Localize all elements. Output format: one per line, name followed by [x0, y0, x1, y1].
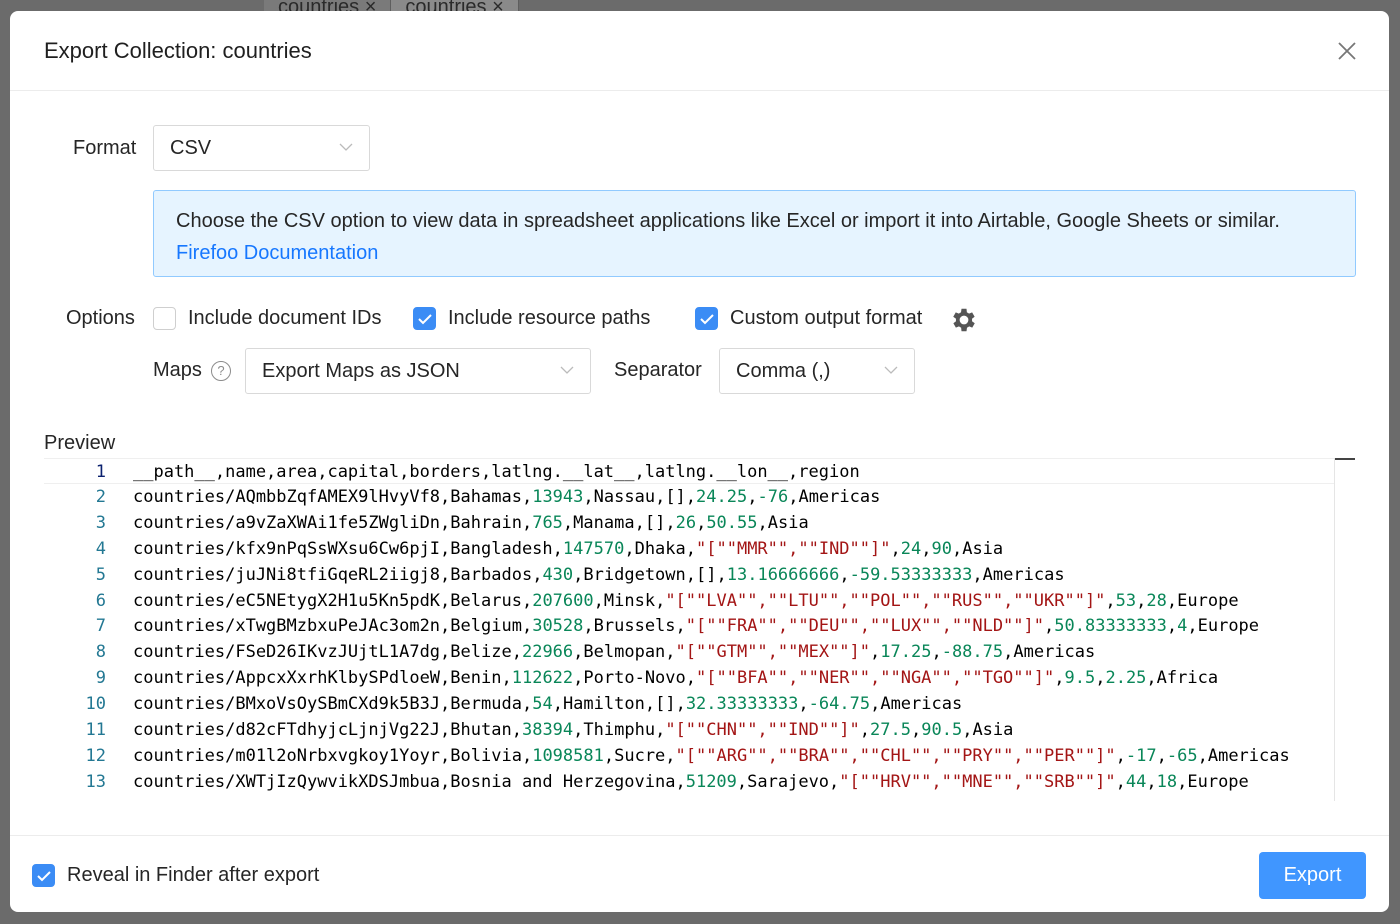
line-number: 1: [95, 462, 106, 482]
custom-format-checkbox[interactable]: [695, 307, 718, 330]
editor-scrollbar-track: [1334, 458, 1335, 801]
maps-value: Export Maps as JSON: [262, 360, 460, 382]
line-number: 12: [85, 745, 106, 766]
chevron-down-icon: [560, 366, 574, 374]
dialog-header: Export Collection: countries: [10, 11, 1389, 91]
preview-line: 11 countries/d82cFTdhyjcLjnjVg22J,Bhutan,…: [44, 717, 1356, 743]
options-label: Options: [66, 307, 135, 329]
line-number: 11: [85, 720, 106, 740]
line-number: 9: [95, 668, 106, 689]
line-code: countries/XWTjIzQywvikXDSJmbua,Bosnia an…: [133, 771, 1249, 792]
custom-format-label: Custom output format: [730, 307, 923, 329]
line-code: countries/kfx9nPqSsWXsu6Cw6pjI,Banglades…: [133, 538, 1004, 559]
maps-label: Maps: [153, 359, 202, 381]
line-code: countries/m01l2oNrbxvgkoy1Yoyr,Bolivia,1…: [133, 745, 1290, 766]
reveal-in-finder-checkbox[interactable]: [32, 864, 55, 887]
documentation-link[interactable]: Firefoo Documentation: [176, 242, 378, 264]
reveal-in-finder-label: Reveal in Finder after export: [67, 864, 320, 886]
export-dialog: Export Collection: countries Format CSV …: [10, 11, 1389, 912]
format-info-box: Choose the CSV option to view data in sp…: [153, 190, 1356, 277]
maps-select[interactable]: Export Maps as JSON: [245, 348, 591, 394]
preview-line: 6 countries/eC5NEtygX2H1u5Kn5pdK,Belarus,…: [44, 588, 1356, 614]
line-code: countries/d82cFTdhyjcLjnjVg22J,Bhutan,38…: [133, 720, 1014, 740]
preview-line: 12 countries/m01l2oNrbxvgkoy1Yoyr,Bolivia…: [44, 743, 1356, 769]
line-code: countries/AQmbbZqfAMEX9lHvyVf8,Bahamas,1…: [133, 486, 881, 507]
preview-line: 3 countries/a9vZaXWAi1fe5ZWgliDn,Bahrain,…: [44, 510, 1356, 536]
close-icon: [1338, 42, 1356, 60]
chevron-down-icon: [339, 143, 353, 151]
line-number: 4: [95, 538, 106, 559]
preview-line: 1 __path__,name,area,capital,borders,latl…: [44, 458, 1334, 484]
preview-line: 7 countries/xTwgBMzbxuPeJAc3om2n,Belgium,…: [44, 613, 1356, 639]
preview-line: 8 countries/FSeD26IKvzJUjtL1A7dg,Belize,2…: [44, 639, 1356, 665]
question-circle-icon[interactable]: ?: [211, 361, 231, 381]
line-number: 13: [85, 771, 106, 792]
preview-line: 5 countries/juJNi8tfiGqeRL2iigj8,Barbados…: [44, 562, 1356, 588]
preview-line: 2 countries/AQmbbZqfAMEX9lHvyVf8,Bahamas,…: [44, 484, 1356, 510]
format-select[interactable]: CSV: [153, 125, 370, 171]
preview-editor[interactable]: 13 countries/XWTjIzQywvikXDSJmbua,Bosnia …: [44, 458, 1356, 801]
preview-line: 10 countries/BMxoVsOySBmCXd9k5B3J,Bermuda…: [44, 691, 1356, 717]
preview-label: Preview: [44, 432, 116, 454]
separator-select[interactable]: Comma (,): [719, 348, 915, 394]
line-number: 8: [95, 642, 106, 663]
preview-line: 13 countries/XWTjIzQywvikXDSJmbua,Bosnia …: [44, 769, 1356, 795]
format-label: Format: [73, 137, 137, 159]
dialog-footer: Reveal in Finder after export Export: [10, 835, 1389, 912]
export-button[interactable]: Export: [1259, 852, 1366, 899]
line-code: __path__,name,area,capital,borders,latln…: [133, 462, 860, 482]
gear-icon[interactable]: [949, 305, 979, 335]
line-number: 7: [95, 616, 106, 637]
line-number: 2: [95, 486, 106, 507]
close-button[interactable]: [1335, 39, 1359, 63]
line-code: countries/a9vZaXWAi1fe5ZWgliDn,Bahrain,7…: [133, 512, 809, 533]
info-text: Choose the CSV option to view data in sp…: [176, 210, 1280, 232]
line-code: countries/eC5NEtygX2H1u5Kn5pdK,Belarus,2…: [133, 590, 1239, 611]
check-icon: [700, 314, 714, 325]
separator-value: Comma (,): [736, 360, 831, 382]
editor-scrollbar-thumb[interactable]: [1335, 458, 1355, 460]
line-number: 3: [95, 512, 106, 533]
check-icon: [37, 871, 51, 882]
preview-line: 9 countries/AppcxXxrhKlbySPdloeW,Benin,11…: [44, 665, 1356, 691]
line-code: countries/BMxoVsOySBmCXd9k5B3J,Bermuda,5…: [133, 694, 963, 715]
include-paths-label: Include resource paths: [448, 307, 651, 329]
line-number: 10: [85, 694, 106, 715]
line-code: countries/xTwgBMzbxuPeJAc3om2n,Belgium,3…: [133, 616, 1260, 637]
separator-label: Separator: [614, 359, 702, 381]
check-icon: [418, 314, 432, 325]
chevron-down-icon: [884, 366, 898, 374]
include-ids-checkbox[interactable]: [153, 307, 176, 330]
format-value: CSV: [170, 137, 212, 159]
dialog-title: Export Collection: countries: [44, 38, 312, 63]
line-number: 5: [95, 564, 106, 585]
line-number: 6: [95, 590, 106, 611]
line-code: countries/AppcxXxrhKlbySPdloeW,Benin,112…: [133, 668, 1219, 689]
include-paths-checkbox[interactable]: [413, 307, 436, 330]
line-code: countries/juJNi8tfiGqeRL2iigj8,Barbados,…: [133, 564, 1065, 585]
preview-line: 4 countries/kfx9nPqSsWXsu6Cw6pjI,Banglade…: [44, 536, 1356, 562]
line-code: countries/FSeD26IKvzJUjtL1A7dg,Belize,22…: [133, 642, 1096, 663]
include-ids-label: Include document IDs: [188, 307, 382, 329]
